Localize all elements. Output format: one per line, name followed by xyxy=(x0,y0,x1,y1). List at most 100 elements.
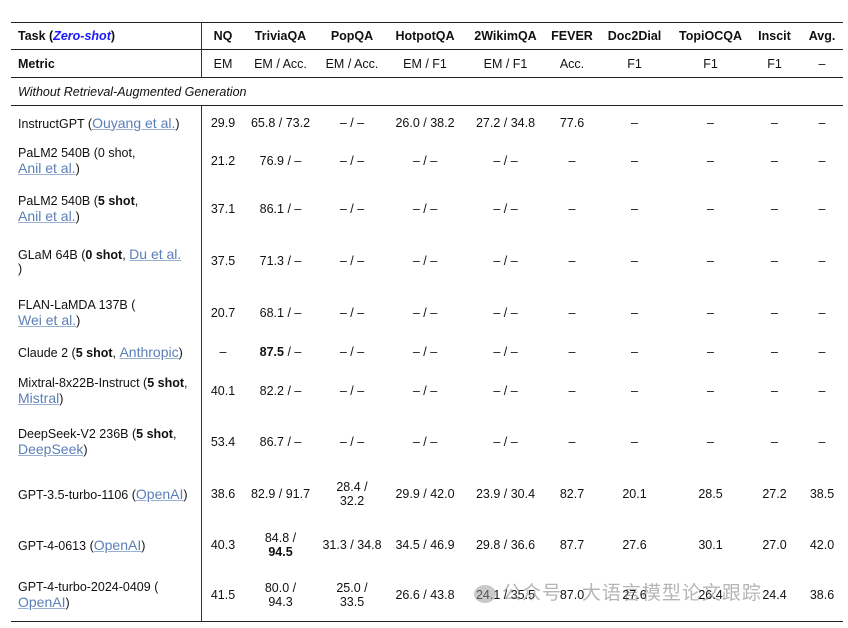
col-nq: NQ xyxy=(201,22,244,50)
score-cell: – xyxy=(219,345,227,359)
model-name: GPT-4-0613 (OpenAI) xyxy=(11,519,202,570)
score-cell: 82.9 / 91.7 xyxy=(250,486,311,501)
table-row: GPT-3.5-turbo-1106 (OpenAI) 38.6 82.9 / 91… xyxy=(11,467,843,520)
score-cell: 41.5 xyxy=(201,569,244,622)
citation-link[interactable]: OpenAI xyxy=(18,594,65,610)
citation-link[interactable]: DeepSeek xyxy=(18,441,83,457)
score-cell: 38.6 xyxy=(210,486,236,501)
score-cell: – xyxy=(771,254,778,268)
score-cell: 87.7 xyxy=(559,537,585,552)
section-row: Without Retrieval-Augmented Generation xyxy=(11,77,843,106)
score-cell: – xyxy=(631,384,638,398)
model-name: GPT-3.5-turbo-1106 (OpenAI) xyxy=(11,467,202,520)
score-cell: – xyxy=(818,435,826,449)
score-cell: 25.0 /33.5 xyxy=(317,569,387,622)
col-popqa: PopQA xyxy=(317,22,387,50)
score-cell: – / – xyxy=(412,254,438,268)
score-cell: – / – xyxy=(412,435,438,449)
score-cell: 29.9 xyxy=(210,115,236,130)
table-row: InstructGPT (Ouyang et al.) 29.9 65.8 / 73… xyxy=(11,105,843,140)
col-doc2dial: Doc2Dial xyxy=(596,22,673,50)
score-cell: – xyxy=(707,154,714,168)
score-cell: – xyxy=(568,345,576,359)
header-row: Task (Zero-shot) NQ TriviaQA PopQA Hotpo… xyxy=(11,22,843,50)
score-cell: 28.5 xyxy=(698,486,723,501)
model-name: Mixtral-8x22B-Instruct (5 shot, Mistral) xyxy=(11,365,202,417)
metric-cell: – xyxy=(801,49,843,78)
table-row: GPT-4-0613 (OpenAI) 40.3 84.8 /94.5 31.3 / … xyxy=(11,519,843,570)
score-cell: – / – xyxy=(339,202,365,216)
score-cell: 86.1 / – xyxy=(259,202,302,216)
citation-link[interactable]: OpenAI xyxy=(94,537,141,553)
score-cell: – xyxy=(818,202,826,216)
score-cell: – xyxy=(707,254,714,268)
model-name: Claude 2 (5 shot, Anthropic) xyxy=(11,338,202,366)
score-cell: 87.5 / – xyxy=(259,345,302,359)
zero-shot-label: Zero-shot xyxy=(53,29,111,43)
section-title: Without Retrieval-Augmented Generation xyxy=(11,77,843,106)
score-cell: – xyxy=(707,202,714,216)
score-cell: – xyxy=(568,254,576,268)
score-cell: – xyxy=(771,305,778,320)
citation-link[interactable]: Wei et al. xyxy=(18,312,76,328)
citation-link[interactable]: Anil et al. xyxy=(18,160,76,176)
score-cell: 38.6 xyxy=(801,569,843,622)
score-cell: 82.2 / – xyxy=(259,384,302,398)
citation-link[interactable]: Anthropic xyxy=(119,344,178,360)
score-cell: 82.7 xyxy=(559,486,585,501)
score-cell: 26.0 / 38.2 xyxy=(395,115,455,130)
score-cell: – xyxy=(707,115,714,130)
score-cell: – xyxy=(771,154,778,168)
score-cell: 40.3 xyxy=(210,537,236,552)
score-cell: – xyxy=(818,254,826,268)
score-cell: 37.5 xyxy=(210,254,236,268)
score-cell: 84.8 /94.5 xyxy=(264,530,297,559)
results-table: Task (Zero-shot) NQ TriviaQA PopQA Hotpo… xyxy=(11,22,843,622)
citation-link[interactable]: Anil et al. xyxy=(18,208,76,224)
model-name: GLaM 64B (0 shot, Du et al.) xyxy=(11,235,202,287)
score-cell: – xyxy=(631,345,638,359)
citation-link[interactable]: Mistral xyxy=(18,390,59,406)
col-fever: FEVER xyxy=(548,22,596,50)
watermark: 公众号 · 大语言模型论文跟踪 xyxy=(474,578,762,605)
score-cell: – / – xyxy=(339,305,365,320)
metric-cell: EM / Acc. xyxy=(244,49,317,78)
score-cell: 68.1 / – xyxy=(259,305,302,320)
score-cell: – / – xyxy=(412,305,438,320)
score-cell: – xyxy=(771,345,778,359)
metric-cell: EM / F1 xyxy=(463,49,548,78)
metric-cell: F1 xyxy=(673,49,748,78)
table-row: GLaM 64B (0 shot, Du et al.) 37.5 71.3 / –… xyxy=(11,235,843,287)
score-cell: 86.7 / – xyxy=(259,435,302,449)
score-cell: – / – xyxy=(493,202,518,216)
score-cell: 80.0 /94.3 xyxy=(244,569,317,622)
score-cell: – / – xyxy=(339,254,365,268)
table-row: Claude 2 (5 shot, Anthropic) – 87.5 / – – /… xyxy=(11,338,843,366)
col-inscit: Inscit xyxy=(748,22,801,50)
score-cell: – xyxy=(771,202,778,216)
score-cell: – / – xyxy=(412,384,438,398)
table-row: Mixtral-8x22B-Instruct (5 shot, Mistral) 4… xyxy=(11,365,843,417)
model-name: InstructGPT (Ouyang et al.) xyxy=(11,105,202,140)
col-2wikimqa: 2WikimQA xyxy=(463,22,548,50)
citation-link[interactable]: OpenAI xyxy=(136,486,183,502)
citation-link[interactable]: Ouyang et al. xyxy=(92,115,175,131)
score-cell: – xyxy=(818,154,826,168)
score-cell: – / – xyxy=(339,435,365,449)
score-cell: – xyxy=(707,305,714,320)
score-cell: 38.5 xyxy=(809,486,835,501)
score-cell: – xyxy=(568,202,576,216)
score-cell: – xyxy=(568,305,576,320)
wechat-icon xyxy=(474,584,496,603)
score-cell: 20.1 xyxy=(622,486,647,501)
score-cell: – / – xyxy=(412,345,438,359)
score-cell: 77.6 xyxy=(559,115,585,130)
col-triviaqa: TriviaQA xyxy=(244,22,317,50)
table-row: DeepSeek-V2 236B (5 shot, DeepSeek) 53.4 86… xyxy=(11,416,843,468)
score-cell: – xyxy=(631,202,638,216)
score-cell: – xyxy=(771,115,778,130)
score-cell: 27.2 xyxy=(762,486,787,501)
score-cell: – xyxy=(818,384,826,398)
citation-link[interactable]: Du et al. xyxy=(129,246,181,262)
task-header: Task (Zero-shot) xyxy=(11,22,202,50)
